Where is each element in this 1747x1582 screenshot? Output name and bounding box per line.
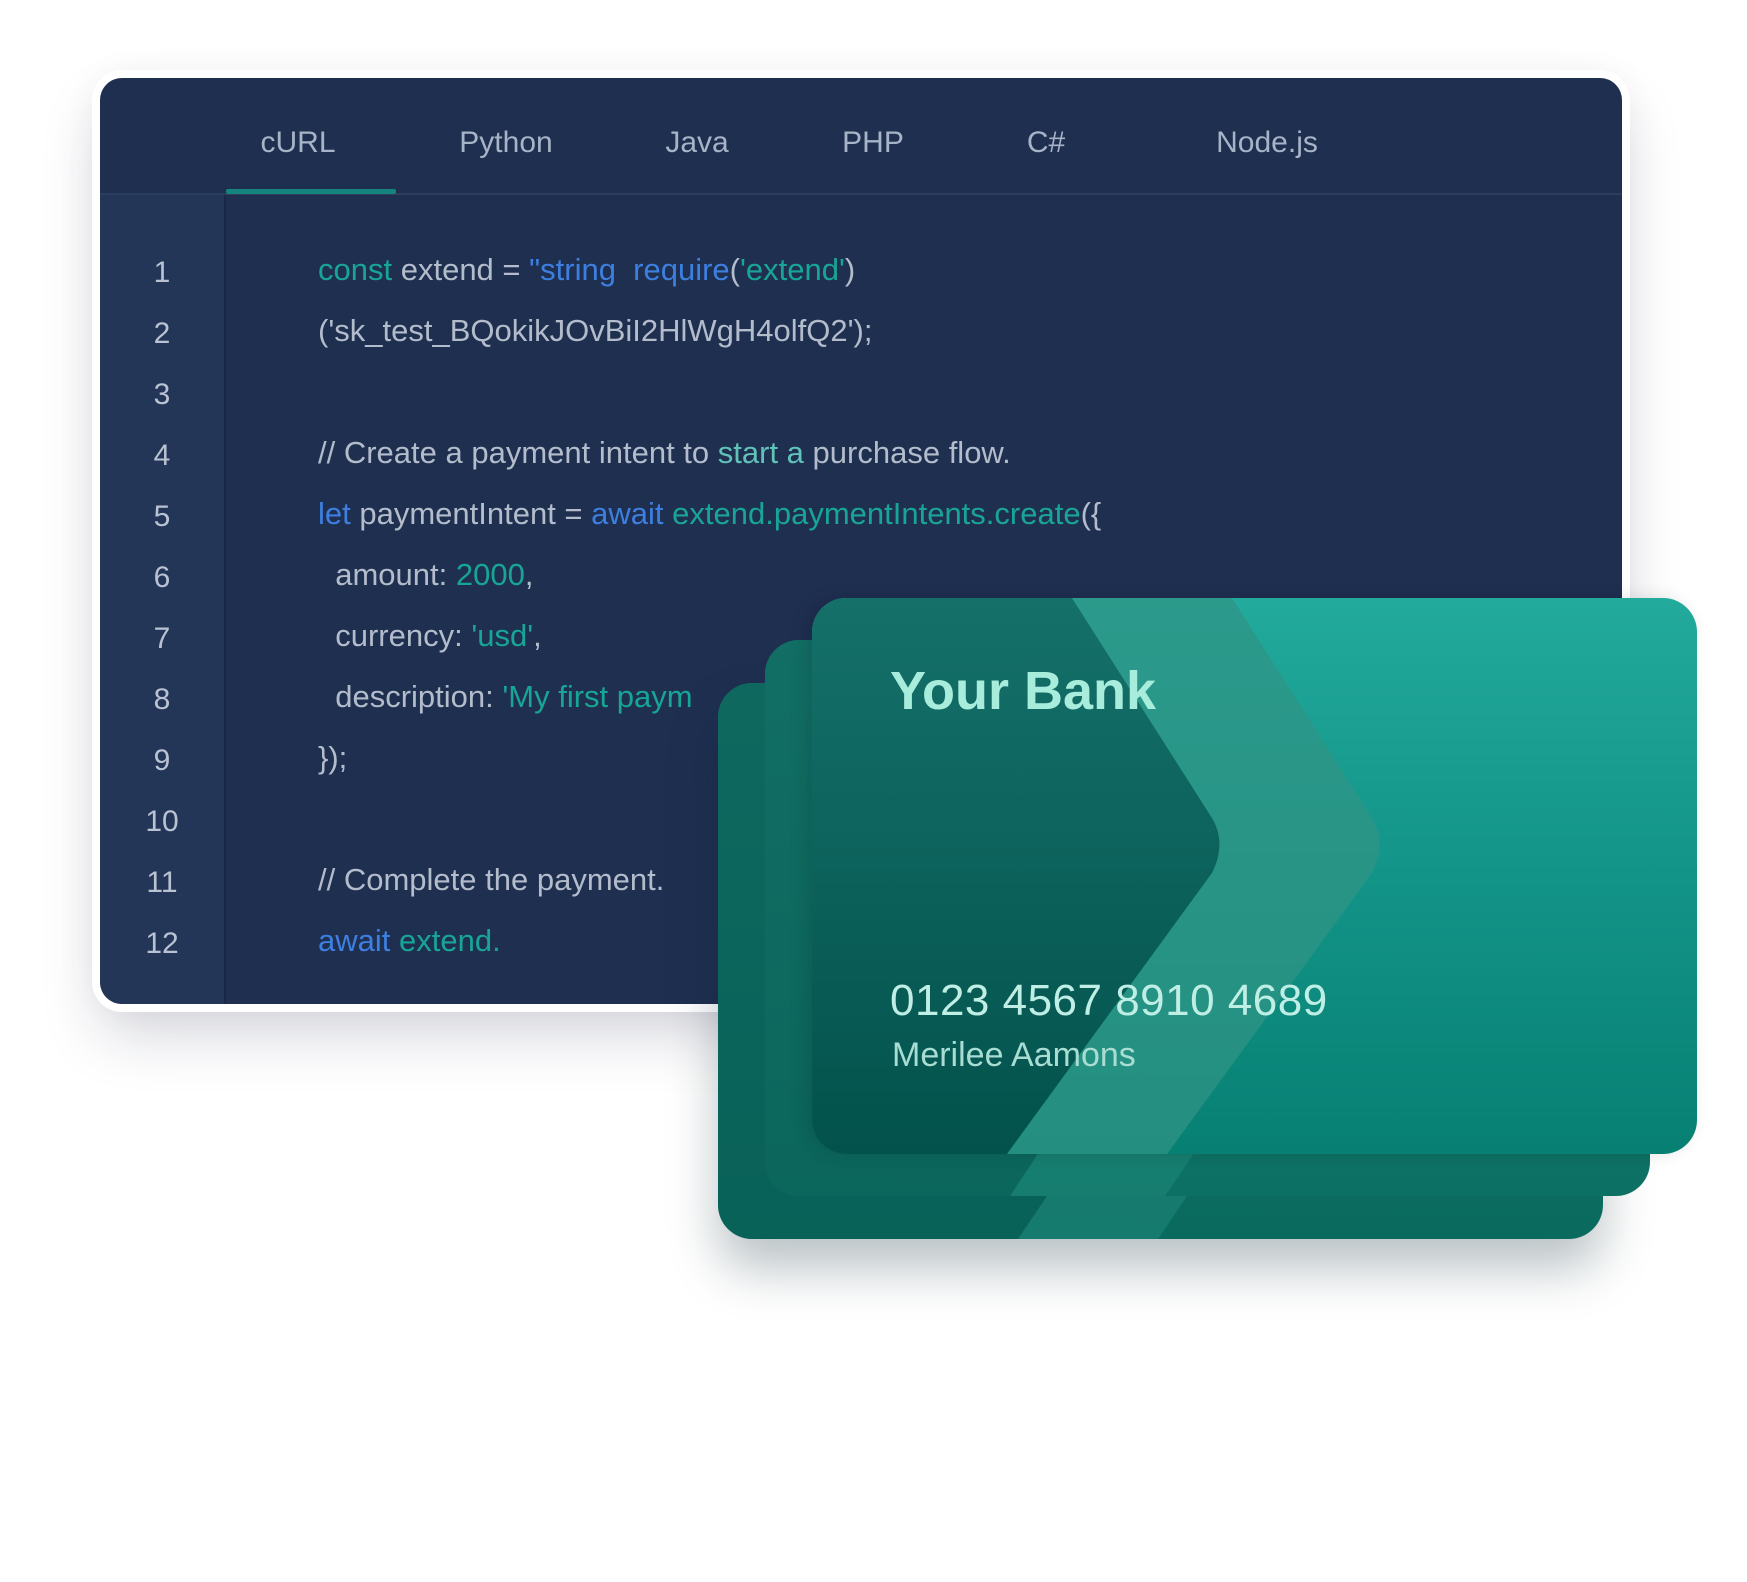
card-holder-name: Merilee Aamons (892, 1036, 1136, 1074)
line-number: 2 (153, 317, 171, 350)
line-number: 12 (145, 927, 179, 960)
code-token: ) (844, 252, 856, 287)
code-token: extend.paymentIntents.create (663, 496, 1081, 531)
line-number: 6 (153, 561, 171, 594)
code-token: purchase flow. (803, 435, 1011, 470)
code-token: , (524, 557, 534, 592)
line-number: 10 (145, 805, 179, 838)
code-line: currency: 'usd', (318, 618, 542, 654)
line-number: 3 (153, 378, 171, 411)
line-number: 9 (153, 744, 171, 777)
code-token: // Create a payment intent to (318, 435, 718, 470)
code-token: paymentIntent = (350, 496, 592, 531)
code-line: amount: 2000, (318, 557, 533, 593)
line-number: 1 (153, 256, 171, 289)
code-token: const (318, 252, 393, 287)
code-token: await (591, 496, 664, 531)
code-token: extend. (390, 923, 501, 958)
code-line: // Create a payment intent to start a pu… (318, 435, 1011, 471)
code-token: 'usd' (471, 618, 534, 653)
code-token: 'extend' (740, 252, 845, 287)
code-token: 'My first paym (502, 679, 693, 714)
code-token: // Complete the payment. (318, 862, 665, 897)
card-number: 0123 4567 8910 4689 (890, 976, 1328, 1025)
code-line: await extend. (318, 923, 501, 959)
code-token: start a (717, 435, 804, 470)
code-line: }); (318, 740, 347, 776)
code-token: 2000 (455, 557, 525, 592)
code-token: await (318, 923, 391, 958)
code-token: let (318, 496, 351, 531)
code-token: }); (318, 740, 348, 775)
line-number: 4 (153, 439, 171, 472)
code-line: const extend = "string require('extend') (318, 252, 855, 288)
code-token: ( (729, 252, 740, 287)
code-token: , (533, 618, 542, 653)
line-number: 7 (153, 622, 171, 655)
code-token: amount: (318, 557, 456, 592)
code-line: description: 'My first paym (318, 679, 693, 715)
code-token: description: (318, 679, 503, 714)
code-token: extend = (392, 252, 530, 287)
line-number-gutter: 1 2 3 4 5 6 7 8 9 10 11 12 (100, 195, 226, 1004)
code-token: currency: (318, 618, 472, 653)
line-number: 8 (153, 683, 171, 716)
code-token: ('sk_test_BQokikJOvBiI2HlWgH4olfQ2'); (318, 313, 873, 348)
bank-name: Your Bank (890, 661, 1157, 721)
line-number: 5 (153, 500, 171, 533)
bank-card-front[interactable]: Your Bank 0123 4567 8910 4689 Merilee Aa… (812, 598, 1697, 1154)
code-line: let paymentIntent = await extend.payment… (318, 496, 1101, 532)
code-line: ('sk_test_BQokikJOvBiI2HlWgH4olfQ2'); (318, 313, 873, 349)
line-number: 11 (146, 866, 178, 899)
code-token: "string require (529, 252, 730, 287)
code-token: ({ (1080, 496, 1102, 531)
code-line: // Complete the payment. (318, 862, 664, 898)
